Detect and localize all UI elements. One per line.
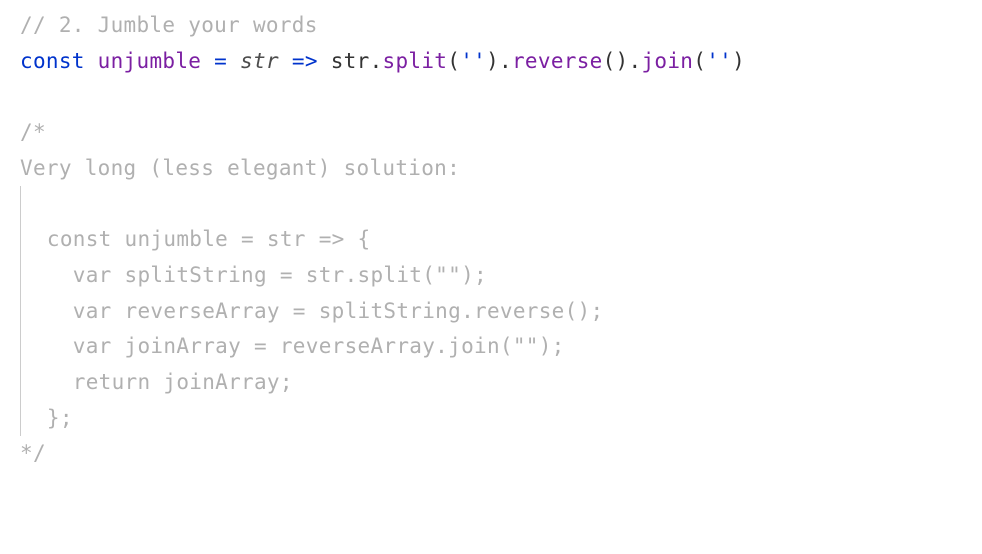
space [318, 49, 331, 73]
comment-close: */ [20, 441, 46, 465]
comment-code: }; [21, 406, 73, 430]
comment-text: Very long (less elegant) solution: [20, 156, 460, 180]
equals-operator: = [214, 49, 227, 73]
comment-code: var splitString = str.split(""); [21, 263, 487, 287]
space [279, 49, 292, 73]
function-name: unjumble [98, 49, 202, 73]
parameter: str [240, 49, 279, 73]
paren-open: ( [447, 49, 460, 73]
code-line-5: Very long (less elegant) solution: [20, 151, 962, 187]
comment-code: return joinArray; [21, 370, 293, 394]
paren-close: ) [732, 49, 745, 73]
reverse-method: reverse [512, 49, 603, 73]
dot-operator: . [629, 49, 642, 73]
join-method: join [641, 49, 693, 73]
paren-open: ( [693, 49, 706, 73]
code-line-12: }; [20, 401, 962, 437]
comment-code: var joinArray = reverseArray.join(""); [21, 334, 565, 358]
code-line-8: var splitString = str.split(""); [20, 258, 962, 294]
dot-operator: . [370, 49, 383, 73]
comment-code: var reverseArray = splitString.reverse()… [21, 299, 603, 323]
code-line-2: const unjumble = str => str.split('').re… [20, 44, 962, 80]
space [85, 49, 98, 73]
code-line-9: var reverseArray = splitString.reverse()… [20, 294, 962, 330]
paren-close: ) [616, 49, 629, 73]
code-editor[interactable]: // 2. Jumble your words const unjumble =… [20, 8, 962, 472]
dot-operator: . [499, 49, 512, 73]
blank-line [20, 79, 962, 115]
code-line-4: /* [20, 115, 962, 151]
code-line-7: const unjumble = str => { [20, 222, 962, 258]
string-literal: '' [706, 49, 732, 73]
arrow-operator: => [292, 49, 318, 73]
const-keyword: const [20, 49, 85, 73]
paren-open: ( [603, 49, 616, 73]
space [201, 49, 214, 73]
comment-open: /* [20, 120, 46, 144]
code-line-13: */ [20, 436, 962, 472]
string-literal: '' [460, 49, 486, 73]
split-method: split [383, 49, 448, 73]
code-line-6-blank [20, 186, 962, 222]
comment-text: // 2. Jumble your words [20, 13, 318, 37]
space [227, 49, 240, 73]
paren-close: ) [486, 49, 499, 73]
code-line-11: return joinArray; [20, 365, 962, 401]
code-line-10: var joinArray = reverseArray.join(""); [20, 329, 962, 365]
code-line-1: // 2. Jumble your words [20, 8, 962, 44]
comment-code: const unjumble = str => { [21, 227, 370, 251]
variable-ref: str [331, 49, 370, 73]
